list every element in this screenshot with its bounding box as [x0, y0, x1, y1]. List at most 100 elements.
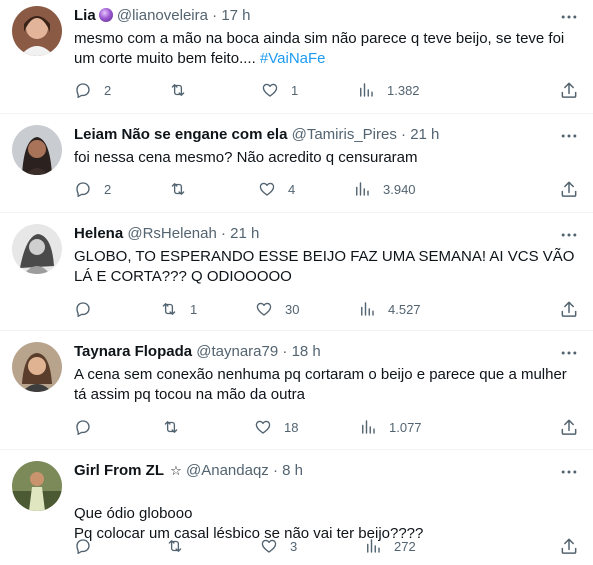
heart-icon [261, 539, 277, 553]
more-icon[interactable] [559, 225, 579, 245]
retweet-count: 1 [190, 301, 198, 317]
reply-feed: Lia @lianoveleira · 17 h mesmo com a mão… [0, 0, 593, 565]
retweet-icon [164, 421, 178, 433]
tweet-text-content: A cena sem conexão nenhuma pq cortaram o… [74, 366, 567, 403]
separator-dot: · [282, 343, 288, 360]
more-icon[interactable] [559, 126, 579, 146]
handle[interactable]: @Tamiris_Pires [292, 126, 397, 143]
views-button[interactable]: 272 [364, 536, 416, 556]
views-count: 1.077 [389, 419, 422, 435]
views-icon [356, 182, 369, 196]
handle[interactable]: @RsHelenah [127, 225, 216, 242]
like-count: 18 [284, 419, 299, 435]
views-icon [361, 302, 374, 316]
timestamp[interactable]: 21 h [410, 126, 439, 143]
heart-icon [255, 420, 271, 434]
tweet[interactable]: Leiam Não se engane com ela @Tamiris_Pir… [0, 114, 593, 212]
avatar[interactable] [12, 224, 62, 274]
views-button[interactable]: 4.527 [358, 299, 421, 319]
tweet[interactable]: Taynara Flopada @taynara79 · 18 h A cena… [0, 331, 593, 449]
heart-icon [262, 83, 278, 97]
tweet-text: Que ódio globooo Pq colocar um casal lés… [74, 484, 579, 544]
like-button[interactable]: 30 [255, 299, 299, 319]
avatar[interactable] [12, 342, 62, 392]
retweet-icon [171, 84, 185, 96]
tweet-text: mesmo com a mão na boca ainda sim não pa… [74, 29, 579, 69]
retweet-icon [171, 183, 185, 195]
reply-icon [76, 182, 90, 198]
separator-dot: · [212, 7, 218, 24]
reply-button[interactable]: 2 [74, 179, 111, 199]
handle[interactable]: @Anandaqz [186, 462, 269, 479]
share-icon[interactable] [559, 179, 579, 199]
tweet-actions: 3 272 [74, 536, 579, 556]
display-name[interactable]: Helena [74, 225, 123, 242]
handle[interactable]: @taynara79 [196, 343, 278, 360]
separator-dot: · [272, 462, 278, 479]
display-name[interactable]: Taynara Flopada [74, 343, 192, 360]
views-button[interactable]: 1.382 [357, 80, 420, 100]
display-name[interactable]: Lia [74, 7, 96, 24]
tweet-header: Lia @lianoveleira · 17 h [74, 6, 543, 26]
like-button[interactable]: 18 [254, 417, 298, 437]
timestamp[interactable]: 18 h [292, 343, 321, 360]
reply-button[interactable] [74, 299, 104, 319]
timestamp[interactable]: 8 h [282, 462, 303, 479]
reply-icon [76, 83, 90, 99]
retweet-button[interactable] [166, 536, 196, 556]
separator-dot: · [401, 126, 407, 143]
views-count: 272 [394, 538, 416, 554]
views-icon [360, 83, 373, 97]
tweet-actions: 2 1 1.382 [74, 80, 579, 100]
views-count: 1.382 [387, 82, 420, 98]
retweet-button[interactable]: 1 [160, 299, 197, 319]
heart-icon [259, 182, 275, 196]
like-button[interactable]: 1 [261, 80, 298, 100]
like-button[interactable]: 3 [260, 536, 297, 556]
handle[interactable]: @lianoveleira [117, 7, 208, 24]
like-count: 4 [288, 181, 296, 197]
retweet-button[interactable] [169, 80, 199, 100]
retweet-button[interactable] [162, 417, 192, 437]
tweet-text-content: foi nessa cena mesmo? Não acredito q cen… [74, 149, 418, 166]
avatar[interactable] [12, 125, 62, 175]
share-icon[interactable] [559, 80, 579, 100]
tweet-text: foi nessa cena mesmo? Não acredito q cen… [74, 148, 579, 168]
avatar[interactable] [12, 6, 62, 56]
display-name[interactable]: Leiam Não se engane com ela [74, 126, 287, 143]
more-icon[interactable] [559, 7, 579, 27]
tweet-actions: 18 1.077 [74, 417, 579, 437]
hashtag-link[interactable]: #VaiNaFe [260, 50, 326, 67]
views-icon [362, 420, 375, 434]
reply-button[interactable] [74, 536, 104, 556]
timestamp[interactable]: 21 h [230, 225, 259, 242]
reply-count: 2 [104, 82, 112, 98]
retweet-button[interactable] [169, 179, 199, 199]
tweet-actions: 2 4 3.940 [74, 179, 579, 199]
avatar[interactable] [12, 461, 62, 511]
tweet[interactable]: Girl From ZL ☆ @Anandaqz · 8 h Que ódio … [0, 450, 593, 565]
share-icon[interactable] [559, 536, 579, 556]
tweet[interactable]: Lia @lianoveleira · 17 h mesmo com a mão… [0, 0, 593, 121]
share-icon[interactable] [559, 299, 579, 319]
heart-icon [256, 302, 272, 316]
more-icon[interactable] [559, 462, 579, 482]
more-icon[interactable] [559, 343, 579, 363]
tweet[interactable]: Helena @RsHelenah · 21 h GLOBO, TO ESPER… [0, 213, 593, 330]
like-count: 30 [285, 301, 300, 317]
views-button[interactable]: 3.940 [353, 179, 416, 199]
reply-count: 2 [104, 181, 112, 197]
tweet-header: Taynara Flopada @taynara79 · 18 h [74, 342, 543, 362]
verified-badge-icon [98, 8, 113, 22]
star-icon: ☆ [170, 463, 182, 478]
like-button[interactable]: 4 [258, 179, 295, 199]
tweet-text: A cena sem conexão nenhuma pq cortaram o… [74, 365, 579, 405]
timestamp[interactable]: 17 h [221, 7, 250, 24]
share-icon[interactable] [559, 417, 579, 437]
display-name[interactable]: Girl From ZL [74, 462, 164, 479]
reply-icon [76, 302, 90, 318]
like-count: 1 [291, 82, 299, 98]
reply-button[interactable] [74, 417, 104, 437]
views-button[interactable]: 1.077 [359, 417, 422, 437]
reply-button[interactable]: 2 [74, 80, 111, 100]
